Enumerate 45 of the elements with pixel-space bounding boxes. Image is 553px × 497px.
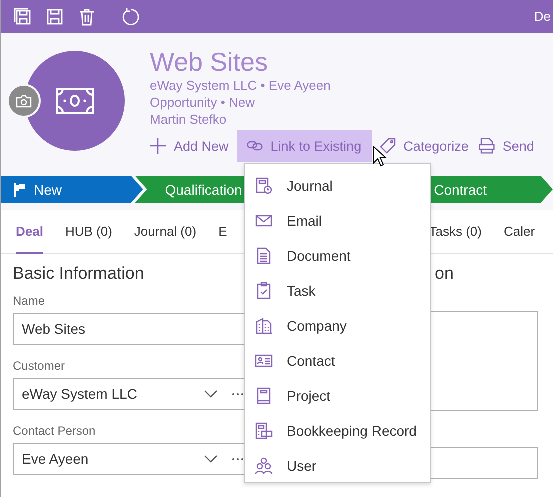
tab[interactable]: E — [218, 210, 228, 254]
more-icon — [232, 392, 244, 396]
menu-item[interactable]: Email — [245, 203, 430, 238]
record-subtitle: eWay System LLC • Eve Ayeen — [150, 77, 332, 94]
users-icon — [255, 456, 273, 474]
tab[interactable]: Deal — [16, 210, 44, 254]
chevron-down-icon — [204, 390, 218, 398]
tab[interactable]: HUB (0) — [65, 210, 112, 254]
more-icon — [232, 458, 244, 460]
document-icon — [255, 246, 273, 264]
journal-icon — [255, 176, 273, 194]
calculator-icon — [255, 422, 273, 440]
tab[interactable]: Journal (0) — [134, 210, 197, 254]
field-label: Contact Person — [13, 424, 97, 438]
camera-icon — [16, 94, 32, 108]
tab[interactable]: Tasks (0) — [429, 210, 482, 254]
action-button[interactable]: Add New — [148, 130, 231, 162]
menu-item[interactable]: Task — [245, 273, 430, 308]
banknote-icon — [55, 87, 95, 115]
menu-item[interactable]: Document — [245, 238, 430, 273]
clipboard-check-icon — [255, 282, 273, 300]
book-icon — [255, 386, 273, 404]
record-subtitle: Opportunity • New — [150, 94, 256, 111]
record-title: Web Sites — [150, 47, 270, 77]
refresh-icon[interactable] — [121, 6, 141, 26]
field-label: Customer — [13, 359, 66, 373]
save-icon[interactable] — [45, 6, 65, 26]
field-label: Name — [13, 294, 46, 308]
user-name[interactable]: De — [534, 9, 551, 24]
section-heading: Basic Information — [13, 264, 144, 285]
section-heading: on — [435, 264, 454, 285]
record-subtitle: Martin Stefko — [150, 111, 228, 128]
building-icon — [255, 316, 273, 334]
menu-item[interactable]: Contact — [245, 343, 430, 378]
camera-button[interactable] — [7, 84, 41, 118]
save-all-icon[interactable] — [13, 6, 33, 26]
stage-step[interactable]: New — [1, 176, 144, 203]
tab[interactable]: Caler — [504, 210, 536, 254]
tag-icon — [380, 138, 396, 154]
plus-icon — [150, 138, 166, 154]
action-button[interactable]: Categorize — [378, 130, 471, 162]
trash-icon[interactable] — [77, 6, 97, 26]
chevron-down-icon — [204, 455, 218, 463]
flag-icon — [13, 182, 26, 196]
action-button[interactable]: Send — [476, 130, 536, 162]
